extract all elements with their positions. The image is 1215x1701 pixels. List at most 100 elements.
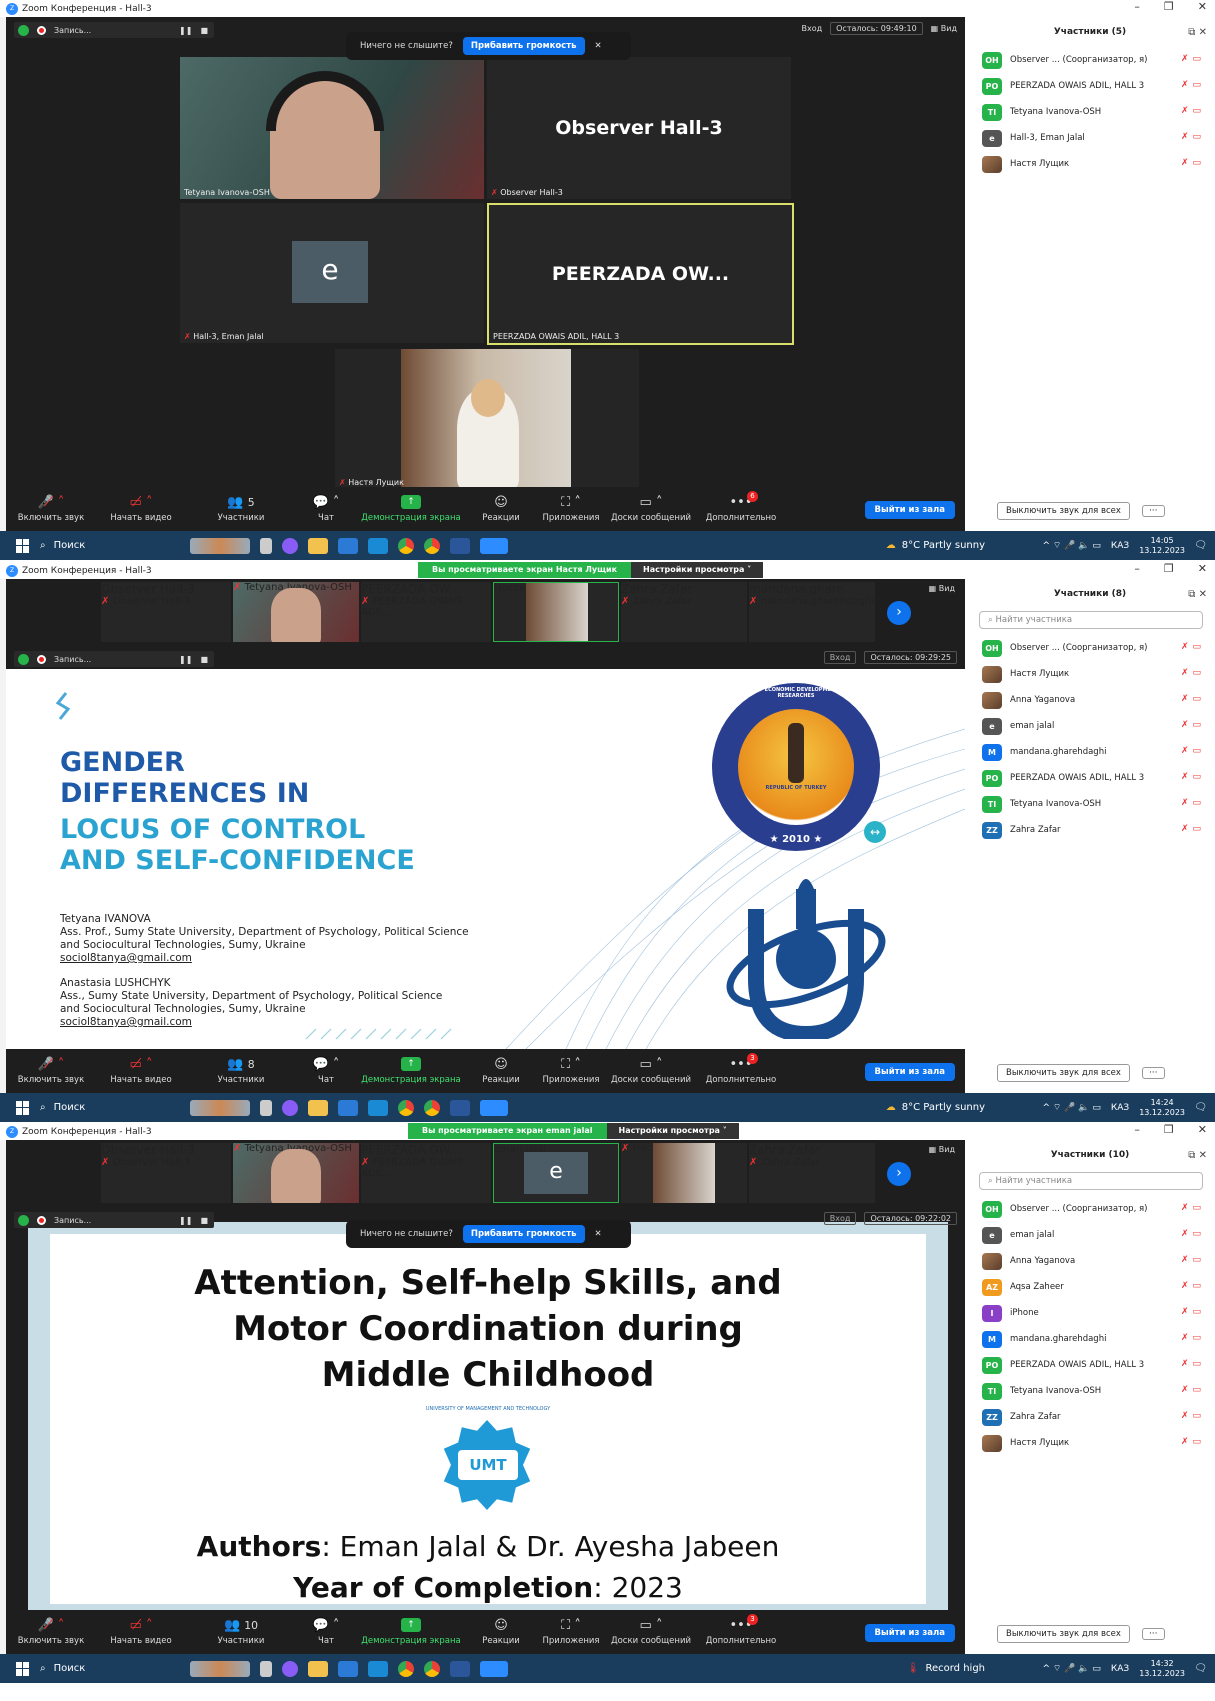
chrome-profile-icon[interactable] (424, 1099, 440, 1116)
store-icon[interactable] (338, 1660, 358, 1677)
maximize-button[interactable]: ❐ (1164, 0, 1174, 13)
stop-record-button[interactable]: ■ (200, 26, 208, 35)
participant-row[interactable]: e eman jalal ✗▭ (965, 1222, 1215, 1248)
task-view-icon[interactable] (260, 1099, 272, 1116)
taskbar-search[interactable]: ⌕ Поиск (40, 540, 190, 551)
minimize-button[interactable]: – (1134, 562, 1140, 575)
start-video-button[interactable]: ▭̸ ˄ Начать видео (96, 1057, 186, 1085)
strip-tile[interactable]: PEERZADA OW... ✗ PEERZADA OWAIS ADIL... (361, 1143, 491, 1203)
share-screen-button[interactable]: ↑ Демонстрация экрана (356, 1057, 466, 1085)
strip-tile[interactable]: Observer Hall-3 ✗ Observer Hall-3 (101, 582, 231, 642)
strip-tile-active[interactable]: e eman jalal (493, 1143, 619, 1203)
apps-button[interactable]: ⛶ ˄ Приложения (536, 495, 606, 523)
participant-row[interactable]: TI Tetyana Ivanova-OSH ✗▭ (965, 1378, 1215, 1404)
chrome-profile-icon[interactable] (424, 1660, 440, 1677)
mute-all-button[interactable]: Выключить звук для всех (997, 502, 1130, 520)
weather-widget[interactable]: ☁ 8°C Partly sunny (886, 1102, 985, 1113)
taskbar-search[interactable]: ⌕ Поиск (40, 1102, 190, 1113)
video-tile-observer[interactable]: Observer Hall-3 ✗ Observer Hall-3 (487, 57, 791, 199)
windows-start-icon[interactable] (16, 1661, 30, 1676)
close-button[interactable]: ✕ (1198, 1123, 1207, 1136)
participant-row[interactable]: e Hall-3, Eman Jalal ✗▭ (965, 125, 1215, 151)
task-view-icon[interactable] (260, 1660, 272, 1677)
participant-row[interactable]: TI Tetyana Ivanova-OSH ✗▭ (965, 99, 1215, 125)
close-button[interactable]: ✕ (1198, 0, 1207, 13)
whiteboard-button[interactable]: ▭ ˄ Доски сообщений (606, 495, 696, 523)
taskbar-search[interactable]: ⌕ Поиск (40, 1663, 190, 1674)
stop-record-button[interactable]: ■ (200, 1216, 208, 1225)
leave-button[interactable]: Выйти из зала (864, 1624, 955, 1642)
strip-tile[interactable]: PEERZADA OW... ✗ PEERZADA OWAIS ADIL... (361, 582, 491, 642)
pause-record-button[interactable]: ❚❚ (179, 655, 192, 664)
unmute-button[interactable]: 🎤̸ ˄ Включить звук (6, 1057, 96, 1085)
store-icon[interactable] (338, 537, 358, 554)
participant-row[interactable]: Anna Yaganova ✗▭ (965, 1248, 1215, 1274)
panel-popout-close-icon[interactable]: ⧉ ✕ (1188, 27, 1207, 38)
close-button[interactable]: ✕ (1198, 562, 1207, 575)
participant-row[interactable]: Mmandana.gharehdaghi ✗▭ (965, 739, 1215, 765)
signin-label[interactable]: Вход (823, 651, 857, 664)
zoom-taskbar-icon[interactable] (480, 537, 508, 554)
chat-button[interactable]: 💬 ˄ Чат (296, 495, 356, 523)
participants-button[interactable]: 👥 5 Участники (186, 495, 296, 523)
participant-row[interactable]: Настя Лущик ✗▭ (965, 661, 1215, 687)
notice-close-icon[interactable]: ✕ (595, 1229, 602, 1239)
increase-volume-button[interactable]: Прибавить громкость (462, 1225, 585, 1243)
unmute-button[interactable]: 🎤̸ ˄ Включить звук (6, 495, 96, 523)
mute-all-button[interactable]: Выключить звук для всех (997, 1064, 1130, 1082)
mail-icon[interactable] (368, 1099, 388, 1116)
file-explorer-icon[interactable] (308, 1660, 328, 1677)
notice-close-icon[interactable]: ✕ (595, 41, 602, 51)
strip-tile[interactable]: ✗ Tetyana Ivanova-OSH (233, 582, 359, 642)
participant-row[interactable]: Mmandana.gharehdaghi ✗▭ (965, 1326, 1215, 1352)
panel-popout-close-icon[interactable]: ⧉ ✕ (1188, 589, 1207, 600)
maximize-button[interactable]: ❐ (1164, 1123, 1174, 1136)
signin-label[interactable]: Вход (801, 24, 822, 33)
strip-tile[interactable]: ✗ Настя Лущик (621, 1143, 747, 1203)
apps-button[interactable]: ⛶ ˄ Приложения (536, 1057, 606, 1085)
windows-start-icon[interactable] (16, 1100, 30, 1115)
chrome-profile-icon[interactable] (424, 537, 440, 554)
word-icon[interactable] (450, 1660, 470, 1677)
strip-tile[interactable]: mandana.ghare... ✗ mandana.gharehdaghi (749, 582, 875, 642)
more-button[interactable]: ••• 3 Дополнительно (696, 1053, 786, 1085)
chrome-icon[interactable] (398, 1099, 414, 1116)
reactions-button[interactable]: ☺ Реакции (466, 1057, 536, 1085)
view-button[interactable]: ▦ Вид (929, 584, 955, 593)
app-icon[interactable] (282, 537, 298, 554)
start-video-button[interactable]: ▭̸ ˄ Начать видео (96, 495, 186, 523)
participant-search-input[interactable]: ⌕ Найти участника (979, 611, 1203, 629)
view-button[interactable]: ▦ Вид (929, 1145, 955, 1154)
reactions-button[interactable]: ☺ Реакции (466, 495, 536, 523)
view-settings-button[interactable]: Настройки просмотра ˅ (606, 1123, 739, 1139)
strip-tile-active[interactable]: Настя Лущик (493, 582, 619, 642)
participant-row[interactable]: OH Observer ... (Соорганизатор, я) ✗▭ (965, 635, 1215, 661)
store-icon[interactable] (338, 1099, 358, 1116)
participant-row[interactable]: ZZ Zahra Zafar ✗▭ (965, 1404, 1215, 1430)
app-icon[interactable] (282, 1099, 298, 1116)
participant-row[interactable]: OH Observer ... (Соорганизатор, я) ✗▭ (965, 47, 1215, 73)
participant-row[interactable]: PO PEERZADA OWAIS ADIL, HALL 3 ✗▭ (965, 765, 1215, 791)
participant-row[interactable]: e eman jalal ✗▭ (965, 713, 1215, 739)
sidebar-more-button[interactable]: ··· (1141, 1067, 1165, 1079)
participant-row[interactable]: ZZ Zahra Zafar ✗▭ (965, 817, 1215, 843)
share-screen-button[interactable]: ↑ Демонстрация экрана (356, 1618, 466, 1646)
participants-button[interactable]: 👥 8 Участники (186, 1057, 296, 1085)
panel-popout-close-icon[interactable]: ⧉ ✕ (1188, 1150, 1207, 1161)
view-settings-button[interactable]: Настройки просмотра ˅ (631, 562, 764, 578)
strip-tile[interactable]: Zahra Zafar ✗ Zahra Zafar (749, 1143, 875, 1203)
apps-button[interactable]: ⛶ ˄ Приложения (536, 1618, 606, 1646)
weather-widget[interactable]: 🌡 Record high (907, 1663, 985, 1674)
file-explorer-icon[interactable] (308, 1099, 328, 1116)
chrome-icon[interactable] (398, 537, 414, 554)
more-button[interactable]: ••• 3 Дополнительно (696, 1614, 786, 1646)
participant-row[interactable]: Настя Лущик ✗▭ (965, 151, 1215, 177)
zoom-taskbar-icon[interactable] (480, 1660, 508, 1677)
whiteboard-button[interactable]: ▭ ˄ Доски сообщений (606, 1057, 696, 1085)
sidebar-more-button[interactable]: ··· (1141, 505, 1165, 517)
leave-button[interactable]: Выйти из зала (864, 1063, 955, 1081)
strip-tile[interactable]: Zahra Zafar ✗ Zahra Zafar (621, 582, 747, 642)
next-page-button[interactable]: › (887, 601, 911, 625)
video-tile-eman[interactable]: e ✗ Hall-3, Eman Jalal (180, 203, 484, 343)
app-icon[interactable] (282, 1660, 298, 1677)
